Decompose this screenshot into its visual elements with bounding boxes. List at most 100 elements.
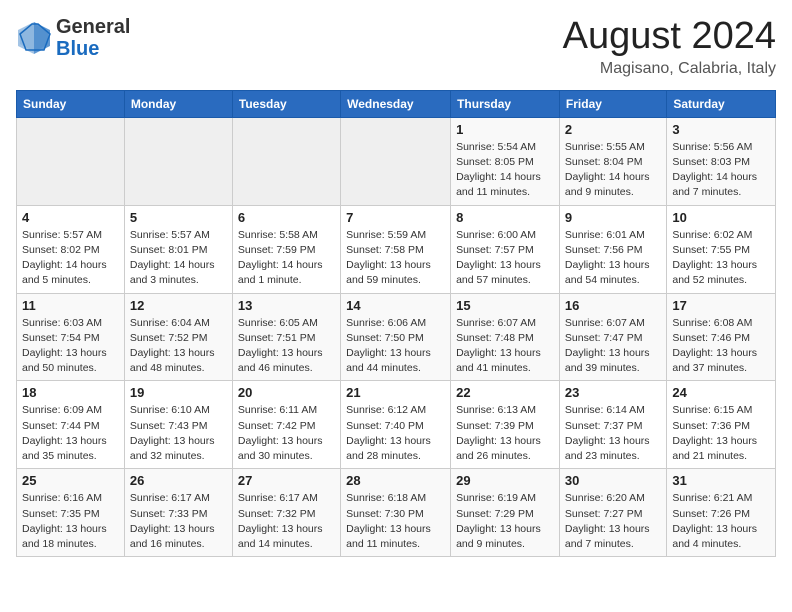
day-cell [232, 117, 340, 205]
day-cell: 20 Sunrise: 6:11 AMSunset: 7:42 PMDayligh… [232, 381, 340, 469]
day-info: Sunrise: 6:02 AMSunset: 7:55 PMDaylight:… [672, 229, 757, 287]
day-cell: 7 Sunrise: 5:59 AMSunset: 7:58 PMDaylight… [341, 205, 451, 293]
calendar-table: SundayMondayTuesdayWednesdayThursdayFrid… [16, 90, 776, 557]
day-number: 22 [456, 385, 554, 400]
day-number: 24 [672, 385, 770, 400]
day-cell: 19 Sunrise: 6:10 AMSunset: 7:43 PMDayligh… [124, 381, 232, 469]
header-monday: Monday [124, 90, 232, 117]
week-row-5: 25 Sunrise: 6:16 AMSunset: 7:35 PMDayligh… [17, 469, 776, 557]
day-number: 20 [238, 385, 335, 400]
header-tuesday: Tuesday [232, 90, 340, 117]
day-info: Sunrise: 6:07 AMSunset: 7:48 PMDaylight:… [456, 317, 541, 375]
day-number: 19 [130, 385, 227, 400]
location-title: Magisano, Calabria, Italy [563, 60, 776, 78]
day-info: Sunrise: 6:21 AMSunset: 7:26 PMDaylight:… [672, 492, 757, 550]
day-number: 10 [672, 210, 770, 225]
week-row-3: 11 Sunrise: 6:03 AMSunset: 7:54 PMDayligh… [17, 293, 776, 381]
header-thursday: Thursday [451, 90, 560, 117]
day-info: Sunrise: 5:56 AMSunset: 8:03 PMDaylight:… [672, 141, 757, 199]
day-number: 29 [456, 473, 554, 488]
day-number: 31 [672, 473, 770, 488]
day-number: 4 [22, 210, 119, 225]
day-cell: 21 Sunrise: 6:12 AMSunset: 7:40 PMDayligh… [341, 381, 451, 469]
day-cell: 12Sunrise: 6:04 AMSunset: 7:52 PMDayligh… [124, 293, 232, 381]
day-cell: 15 Sunrise: 6:07 AMSunset: 7:48 PMDayligh… [451, 293, 560, 381]
day-info: Sunrise: 6:09 AMSunset: 7:44 PMDaylight:… [22, 404, 107, 462]
day-info: Sunrise: 6:01 AMSunset: 7:56 PMDaylight:… [565, 229, 650, 287]
day-cell: 14Sunrise: 6:06 AMSunset: 7:50 PMDayligh… [341, 293, 451, 381]
day-number: 1 [456, 122, 554, 137]
day-cell: 25 Sunrise: 6:16 AMSunset: 7:35 PMDayligh… [17, 469, 125, 557]
day-cell: 5 Sunrise: 5:57 AMSunset: 8:01 PMDaylight… [124, 205, 232, 293]
day-cell: 27Sunrise: 6:17 AMSunset: 7:32 PMDayligh… [232, 469, 340, 557]
day-number: 14 [346, 298, 445, 313]
week-row-2: 4 Sunrise: 5:57 AMSunset: 8:02 PMDaylight… [17, 205, 776, 293]
day-info: Sunrise: 6:00 AMSunset: 7:57 PMDaylight:… [456, 229, 541, 287]
day-cell: 29 Sunrise: 6:19 AMSunset: 7:29 PMDayligh… [451, 469, 560, 557]
header-sunday: Sunday [17, 90, 125, 117]
day-number: 6 [238, 210, 335, 225]
day-cell: 22 Sunrise: 6:13 AMSunset: 7:39 PMDayligh… [451, 381, 560, 469]
day-info: Sunrise: 6:11 AMSunset: 7:42 PMDaylight:… [238, 404, 323, 462]
week-row-4: 18 Sunrise: 6:09 AMSunset: 7:44 PMDayligh… [17, 381, 776, 469]
header-friday: Friday [559, 90, 666, 117]
day-info: Sunrise: 6:05 AMSunset: 7:51 PMDaylight:… [238, 317, 323, 375]
day-info: Sunrise: 6:20 AMSunset: 7:27 PMDaylight:… [565, 492, 650, 550]
week-row-1: 1 Sunrise: 5:54 AMSunset: 8:05 PMDaylight… [17, 117, 776, 205]
day-cell: 8 Sunrise: 6:00 AMSunset: 7:57 PMDaylight… [451, 205, 560, 293]
day-info: Sunrise: 6:12 AMSunset: 7:40 PMDaylight:… [346, 404, 431, 462]
day-cell: 4 Sunrise: 5:57 AMSunset: 8:02 PMDaylight… [17, 205, 125, 293]
day-number: 18 [22, 385, 119, 400]
day-info: Sunrise: 6:16 AMSunset: 7:35 PMDaylight:… [22, 492, 107, 550]
day-info: Sunrise: 5:59 AMSunset: 7:58 PMDaylight:… [346, 229, 431, 287]
logo: General Blue [16, 16, 130, 60]
day-cell: 10 Sunrise: 6:02 AMSunset: 7:55 PMDayligh… [667, 205, 776, 293]
day-info: Sunrise: 5:55 AMSunset: 8:04 PMDaylight:… [565, 141, 650, 199]
calendar-header-row: SundayMondayTuesdayWednesdayThursdayFrid… [17, 90, 776, 117]
day-number: 11 [22, 298, 119, 313]
day-info: Sunrise: 5:57 AMSunset: 8:01 PMDaylight:… [130, 229, 215, 287]
day-number: 7 [346, 210, 445, 225]
day-cell: 1 Sunrise: 5:54 AMSunset: 8:05 PMDaylight… [451, 117, 560, 205]
day-cell [341, 117, 451, 205]
day-cell: 16Sunrise: 6:07 AMSunset: 7:47 PMDayligh… [559, 293, 666, 381]
day-number: 21 [346, 385, 445, 400]
day-cell: 11 Sunrise: 6:03 AMSunset: 7:54 PMDayligh… [17, 293, 125, 381]
day-number: 2 [565, 122, 661, 137]
day-cell: 6 Sunrise: 5:58 AMSunset: 7:59 PMDaylight… [232, 205, 340, 293]
logo-general-text: General [56, 16, 130, 38]
day-info: Sunrise: 6:03 AMSunset: 7:54 PMDaylight:… [22, 317, 107, 375]
calendar-body: 1 Sunrise: 5:54 AMSunset: 8:05 PMDaylight… [17, 117, 776, 556]
day-info: Sunrise: 6:17 AMSunset: 7:33 PMDaylight:… [130, 492, 215, 550]
day-info: Sunrise: 6:18 AMSunset: 7:30 PMDaylight:… [346, 492, 431, 550]
day-cell: 3 Sunrise: 5:56 AMSunset: 8:03 PMDaylight… [667, 117, 776, 205]
day-info: Sunrise: 6:17 AMSunset: 7:32 PMDaylight:… [238, 492, 323, 550]
day-info: Sunrise: 6:13 AMSunset: 7:39 PMDaylight:… [456, 404, 541, 462]
day-info: Sunrise: 6:10 AMSunset: 7:43 PMDaylight:… [130, 404, 215, 462]
day-info: Sunrise: 5:57 AMSunset: 8:02 PMDaylight:… [22, 229, 107, 287]
day-cell: 18 Sunrise: 6:09 AMSunset: 7:44 PMDayligh… [17, 381, 125, 469]
day-number: 8 [456, 210, 554, 225]
header-wednesday: Wednesday [341, 90, 451, 117]
day-number: 5 [130, 210, 227, 225]
day-cell: 17Sunrise: 6:08 AMSunset: 7:46 PMDayligh… [667, 293, 776, 381]
day-number: 23 [565, 385, 661, 400]
day-cell: 31 Sunrise: 6:21 AMSunset: 7:26 PMDayligh… [667, 469, 776, 557]
day-number: 26 [130, 473, 227, 488]
day-info: Sunrise: 6:19 AMSunset: 7:29 PMDaylight:… [456, 492, 541, 550]
day-number: 3 [672, 122, 770, 137]
day-info: Sunrise: 5:54 AMSunset: 8:05 PMDaylight:… [456, 141, 541, 199]
day-number: 15 [456, 298, 554, 313]
logo-blue-text: Blue [56, 38, 99, 60]
day-number: 9 [565, 210, 661, 225]
day-number: 17 [672, 298, 770, 313]
day-info: Sunrise: 5:58 AMSunset: 7:59 PMDaylight:… [238, 229, 323, 287]
day-cell: 13 Sunrise: 6:05 AMSunset: 7:51 PMDayligh… [232, 293, 340, 381]
page-header: General Blue August 2024 Magisano, Calab… [16, 16, 776, 78]
day-number: 25 [22, 473, 119, 488]
day-cell: 9 Sunrise: 6:01 AMSunset: 7:56 PMDaylight… [559, 205, 666, 293]
day-info: Sunrise: 6:07 AMSunset: 7:47 PMDaylight:… [565, 317, 650, 375]
title-block: August 2024 Magisano, Calabria, Italy [563, 16, 776, 78]
day-cell: 28Sunrise: 6:18 AMSunset: 7:30 PMDayligh… [341, 469, 451, 557]
day-number: 13 [238, 298, 335, 313]
